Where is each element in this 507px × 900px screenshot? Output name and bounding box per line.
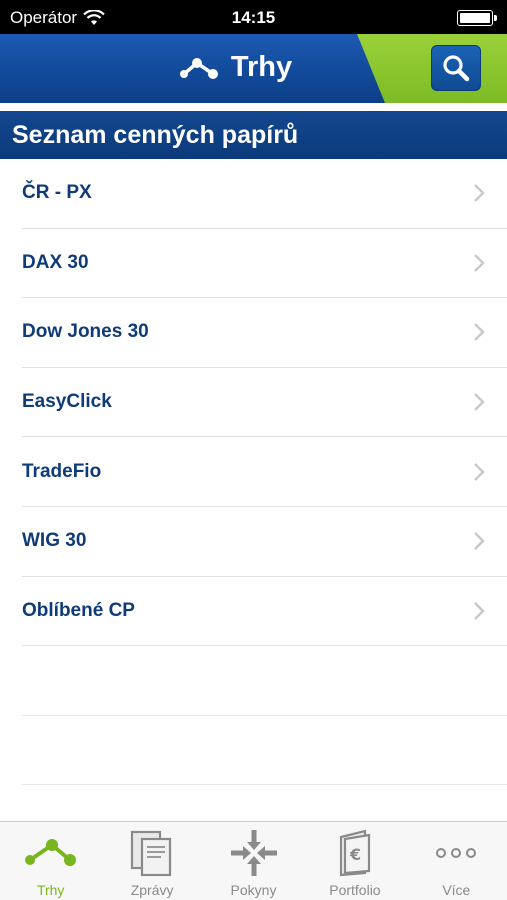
tab-label: Trhy — [36, 882, 65, 898]
euro-wallet-icon: € — [339, 829, 371, 877]
tab-zpravy[interactable]: Zprávy — [101, 822, 202, 900]
empty-row — [22, 646, 507, 716]
nav-bar: Trhy — [0, 34, 507, 103]
securities-list: ČR - PX DAX 30 Dow Jones 30 EasyClick Tr… — [0, 159, 507, 786]
search-button[interactable] — [431, 45, 481, 91]
list-item-easyclick[interactable]: EasyClick — [22, 368, 507, 438]
list-item-label: EasyClick — [22, 391, 112, 413]
chevron-right-icon — [474, 184, 485, 203]
list-item-label: WIG 30 — [22, 530, 87, 552]
status-time: 14:15 — [231, 8, 276, 27]
chevron-right-icon — [474, 532, 485, 551]
chevron-right-icon — [474, 323, 485, 342]
list-item-label: Oblíbené CP — [22, 599, 135, 621]
list-item-label: Dow Jones 30 — [22, 321, 149, 343]
tab-portfolio[interactable]: € Portfolio — [304, 822, 405, 900]
list-item-wig-30[interactable]: WIG 30 — [22, 507, 507, 577]
svg-text:€: € — [349, 845, 361, 864]
list-item-oblibene-cp[interactable]: Oblíbené CP — [22, 577, 507, 647]
tab-label: Zprávy — [130, 882, 174, 898]
empty-row — [22, 716, 507, 786]
section-title: Seznam cenných papírů — [0, 111, 507, 159]
list-item-cr-px[interactable]: ČR - PX — [22, 159, 507, 229]
page-title-text: Trhy — [230, 51, 293, 83]
market-chart-icon — [179, 57, 218, 79]
chevron-right-icon — [474, 602, 485, 620]
tab-vice[interactable]: Více — [406, 822, 507, 900]
search-icon — [443, 55, 470, 82]
header-divider — [0, 103, 507, 111]
tab-trhy[interactable]: Trhy — [0, 822, 101, 900]
tab-label: Více — [442, 882, 471, 898]
tab-label: Pokyny — [230, 882, 277, 898]
chevron-right-icon — [474, 393, 485, 411]
list-item-tradefio[interactable]: TradeFio — [22, 437, 507, 507]
arrows-converge-icon — [230, 830, 277, 876]
chevron-right-icon — [474, 462, 485, 481]
battery-icon — [457, 10, 497, 26]
more-dots-icon — [436, 848, 477, 858]
list-item-label: ČR - PX — [22, 182, 92, 204]
list-item-label: TradeFio — [22, 460, 102, 482]
tab-pokyny[interactable]: Pokyny — [203, 822, 304, 900]
status-bar: Operátor 14:15 — [0, 0, 507, 34]
tab-bar: Trhy Zprávy Pokyny € Portfolio Více — [0, 821, 507, 900]
list-item-dow-jones-30[interactable]: Dow Jones 30 — [22, 298, 507, 368]
list-item-dax-30[interactable]: DAX 30 — [22, 229, 507, 299]
list-item-label: DAX 30 — [22, 251, 89, 273]
tab-label: Portfolio — [329, 882, 381, 898]
market-chart-icon — [24, 839, 76, 866]
chevron-right-icon — [474, 254, 485, 272]
documents-icon — [131, 830, 172, 877]
